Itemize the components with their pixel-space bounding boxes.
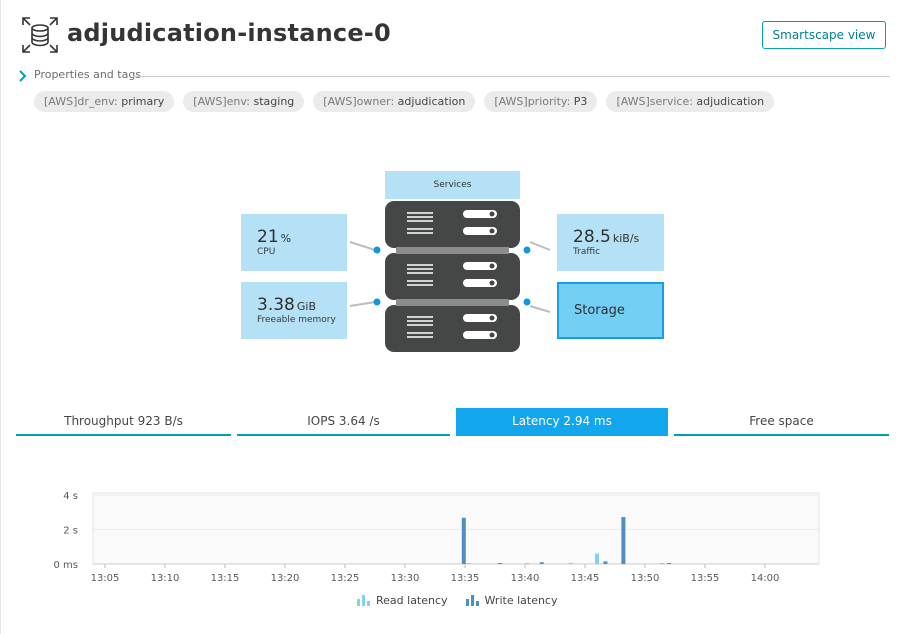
cpu-value: 21 bbox=[257, 227, 279, 247]
database-server-stack-icon bbox=[385, 201, 520, 352]
legend-label: Write latency bbox=[484, 594, 558, 607]
database-instance-icon bbox=[22, 17, 58, 53]
x-tick-label: 14:00 bbox=[751, 573, 780, 584]
tab-throughput[interactable]: Throughput 923 B/s bbox=[16, 408, 231, 436]
x-tick-label: 13:55 bbox=[691, 573, 720, 584]
tag-value: P3 bbox=[573, 95, 588, 108]
traffic-tile[interactable]: 28.5 kiB/s Traffic bbox=[557, 214, 664, 271]
x-tick-label: 13:05 bbox=[91, 573, 120, 584]
tag-key: [AWS]priority: bbox=[494, 95, 571, 108]
cpu-tile[interactable]: 21% CPU bbox=[241, 214, 347, 271]
y-tick-label: 2 s bbox=[63, 526, 78, 537]
tag-priority[interactable]: [AWS]priority: P3 bbox=[484, 91, 598, 112]
storage-tile[interactable]: Storage bbox=[557, 282, 664, 339]
tag-owner[interactable]: [AWS]owner: adjudication bbox=[313, 91, 476, 112]
read-latency-bar[interactable] bbox=[466, 563, 471, 564]
tab-latency[interactable]: Latency 2.94 ms bbox=[456, 408, 668, 436]
tag-value: adjudication bbox=[696, 95, 765, 108]
page-title: adjudication-instance-0 bbox=[67, 19, 391, 47]
cpu-unit: % bbox=[280, 232, 292, 245]
x-tick-label: 13:40 bbox=[511, 573, 540, 584]
tab-free-space[interactable]: Free space bbox=[674, 408, 889, 436]
x-tick-label: 13:50 bbox=[631, 573, 660, 584]
traffic-label: Traffic bbox=[573, 247, 601, 257]
tag-key: [AWS]service: bbox=[616, 95, 693, 108]
read-latency-bar[interactable] bbox=[568, 562, 573, 564]
write-latency-bar[interactable] bbox=[621, 517, 626, 564]
services-tile[interactable]: Services bbox=[385, 171, 520, 199]
y-tick-label: 0 ms bbox=[54, 560, 79, 571]
x-tick-label: 13:10 bbox=[151, 573, 180, 584]
chart-legend: Read latency Write latency bbox=[357, 594, 558, 607]
bar-chart-icon bbox=[357, 595, 370, 606]
chevron-right-icon bbox=[19, 70, 27, 82]
tag-key: [AWS]owner: bbox=[323, 95, 395, 108]
tag-env[interactable]: [AWS]env: staging bbox=[183, 91, 305, 112]
smartscape-view-button[interactable]: Smartscape view bbox=[762, 21, 886, 49]
tag-value: staging bbox=[253, 95, 295, 108]
bar-chart-icon bbox=[465, 595, 479, 606]
legend-read-latency[interactable]: Read latency bbox=[357, 594, 448, 607]
legend-label: Read latency bbox=[376, 594, 448, 607]
read-latency-bar[interactable] bbox=[595, 553, 599, 564]
memory-value-line: 3.38 GiB bbox=[257, 295, 316, 315]
tag-key: [AWS]dr_env: bbox=[44, 95, 118, 108]
plot-area bbox=[92, 492, 820, 565]
x-tick-label: 13:20 bbox=[271, 573, 300, 584]
x-tick-label: 13:25 bbox=[331, 573, 360, 584]
page-left-border bbox=[0, 0, 1, 634]
traffic-value: 28.5 bbox=[573, 227, 611, 247]
memory-value: 3.38 bbox=[257, 295, 295, 315]
properties-label: Properties and tags bbox=[34, 68, 142, 81]
write-latency-bar[interactable] bbox=[461, 517, 466, 564]
write-latency-bar[interactable] bbox=[667, 563, 671, 564]
properties-and-tags-toggle[interactable]: Properties and tags bbox=[18, 67, 890, 85]
x-tick-label: 13:45 bbox=[571, 573, 600, 584]
cpu-value-line: 21% bbox=[257, 227, 291, 247]
x-tick-label: 13:30 bbox=[391, 573, 420, 584]
tag-service[interactable]: [AWS]service: adjudication bbox=[606, 91, 775, 112]
tag-dr-env[interactable]: [AWS]dr_env: primary bbox=[34, 91, 175, 112]
read-latency-bar[interactable] bbox=[659, 563, 664, 564]
tag-key: [AWS]env: bbox=[193, 95, 251, 108]
tag-value: primary bbox=[121, 95, 165, 108]
tag-value: adjudication bbox=[397, 95, 466, 108]
y-tick-label: 4 s bbox=[63, 491, 78, 502]
legend-write-latency[interactable]: Write latency bbox=[465, 594, 558, 607]
traffic-value-line: 28.5 kiB/s bbox=[573, 227, 639, 247]
memory-unit: GiB bbox=[296, 300, 316, 313]
tab-iops[interactable]: IOPS 3.64 /s bbox=[237, 408, 450, 436]
x-tick-label: 13:15 bbox=[211, 573, 240, 584]
freeable-memory-tile[interactable]: 3.38 GiB Freeable memory bbox=[241, 282, 347, 339]
write-latency-bar[interactable] bbox=[497, 563, 502, 564]
latency-chart: 4 s 2 s 0 ms 13:05 13:10 13:15 13:20 13:25 13:3… bbox=[54, 491, 820, 584]
x-tick-label: 13:35 bbox=[451, 573, 480, 584]
cpu-label: CPU bbox=[257, 247, 276, 257]
memory-label: Freeable memory bbox=[257, 315, 336, 325]
tag-list: [AWS]dr_env: primary [AWS]env: staging [… bbox=[34, 91, 775, 112]
write-latency-bar[interactable] bbox=[603, 561, 608, 564]
read-latency-bar[interactable] bbox=[525, 563, 530, 564]
traffic-unit: kiB/s bbox=[612, 232, 640, 245]
write-latency-bar[interactable] bbox=[539, 562, 544, 564]
properties-divider bbox=[133, 76, 890, 77]
x-axis: 13:05 13:10 13:15 13:20 13:25 13:30 13:35 13:40… bbox=[91, 564, 780, 584]
